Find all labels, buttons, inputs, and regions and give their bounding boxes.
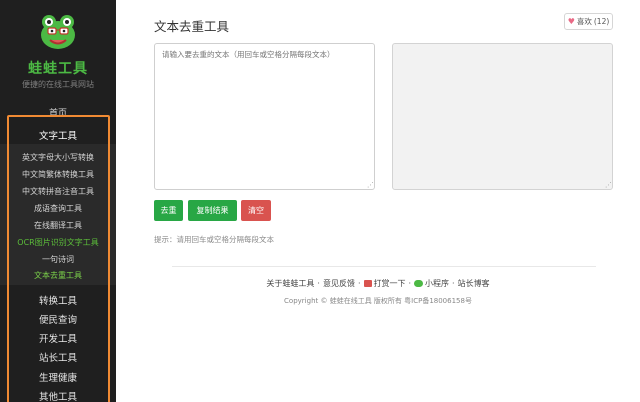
footer-separator: ·	[357, 279, 361, 288]
dedup-button[interactable]: 去重	[154, 200, 183, 221]
heart-icon: ♥	[567, 17, 575, 26]
footer-link-miniprogram-label: 小程序	[425, 279, 450, 288]
footer-separator: ·	[317, 279, 320, 288]
brand-name[interactable]: 蛙蛙工具	[0, 58, 116, 78]
wechat-icon	[414, 280, 424, 287]
gift-icon	[363, 280, 372, 287]
input-textarea[interactable]	[154, 43, 375, 190]
footer-links: 关于蛙蛙工具 · 意见反馈 · 打赏一下 · 小程序 · 站长博客	[0, 278, 640, 289]
footer-link-feedback[interactable]: 意见反馈	[323, 278, 355, 289]
resize-grip-icon[interactable]: ⋰	[605, 182, 612, 189]
copyright: Copyright © 蛙蛙在线工具 版权所有 粤ICP备18006158号	[284, 297, 472, 305]
output-textarea[interactable]	[392, 43, 613, 190]
frog-logo-icon[interactable]	[39, 14, 77, 50]
footer-link-blog[interactable]: 站长博客	[458, 278, 490, 289]
like-label: 喜欢	[576, 17, 592, 26]
footer-link-about[interactable]: 关于蛙蛙工具	[266, 278, 314, 289]
page-title: 文本去重工具	[154, 19, 230, 34]
footer-link-donate-label: 打赏一下	[373, 279, 406, 288]
sidebar: 蛙蛙工具 便捷的在线工具网站 首页 文字工具 英文字母大小写转换 中文简繁体转换…	[0, 0, 116, 402]
footer-link-miniprogram[interactable]: 小程序	[414, 278, 449, 289]
hint-text: 提示：请用回车或空格分隔每段文本	[154, 235, 274, 244]
footer-link-donate[interactable]: 打赏一下	[363, 278, 406, 289]
clear-button[interactable]: 清空	[241, 200, 271, 221]
resize-grip-icon[interactable]: ⋰	[367, 182, 374, 189]
highlight-box	[7, 115, 110, 402]
footer-separator: ·	[408, 279, 412, 288]
divider	[172, 266, 596, 267]
like-button[interactable]: ♥ 喜欢 (12)	[564, 13, 613, 30]
copy-result-button[interactable]: 复制结果	[188, 200, 237, 221]
footer-separator: ·	[452, 279, 455, 288]
like-count: (12)	[593, 17, 610, 26]
brand-slogan: 便捷的在线工具网站	[22, 80, 94, 89]
